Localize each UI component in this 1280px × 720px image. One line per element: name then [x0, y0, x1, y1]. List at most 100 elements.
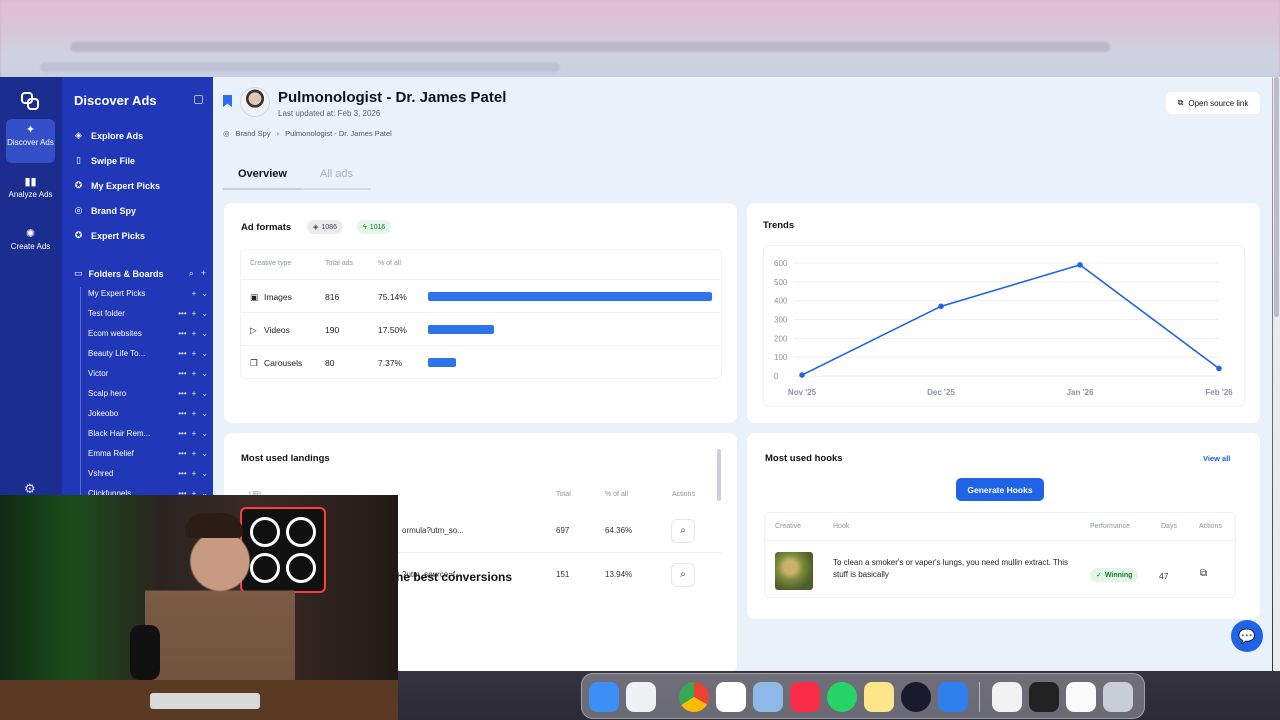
disk-utility-icon[interactable] — [753, 682, 783, 712]
nav-explore-ads[interactable]: ◈ Explore Ads — [74, 130, 143, 141]
plus-icon[interactable]: + — [192, 449, 197, 458]
trend-point — [799, 372, 805, 378]
folder-item[interactable]: Victor ••• + ⌄ — [88, 369, 208, 378]
rail-analyze-ads[interactable]: ▮▮ Analyze Ads — [6, 171, 55, 215]
carousel-icon: ❐ — [250, 358, 258, 368]
more-icon[interactable]: ••• — [178, 349, 186, 358]
document-icon[interactable] — [1066, 682, 1096, 712]
chevron-down-icon[interactable]: ⌄ — [201, 449, 208, 458]
plus-icon[interactable]: + — [192, 369, 197, 378]
quicktime-icon[interactable] — [938, 682, 968, 712]
nav-swipe-file[interactable]: ▯ Swipe File — [74, 155, 135, 166]
scrollbar-thumb[interactable] — [1274, 77, 1279, 317]
more-icon[interactable]: ••• — [178, 449, 186, 458]
chevron-down-icon[interactable]: ⌄ — [201, 309, 208, 318]
slack-icon[interactable] — [716, 682, 746, 712]
more-icon[interactable]: ••• — [178, 369, 186, 378]
chevron-down-icon[interactable]: ⌄ — [201, 409, 208, 418]
open-source-link-button[interactable]: ⧉ Open source link — [1166, 92, 1260, 114]
finder-icon[interactable] — [589, 682, 619, 712]
plus-icon[interactable]: + — [192, 329, 197, 338]
chevron-down-icon[interactable]: ⌄ — [201, 289, 208, 298]
folder-item[interactable]: Vshred ••• + ⌄ — [88, 469, 208, 478]
share-bar — [428, 358, 456, 367]
search-icon[interactable]: ⌕ — [671, 519, 695, 543]
landing-url[interactable]: ormula?utm_so... — [402, 526, 464, 535]
nav-my-expert-picks[interactable]: ✪ My Expert Picks — [74, 180, 160, 191]
chrome-icon[interactable] — [679, 682, 709, 712]
app-logo-icon[interactable] — [20, 91, 40, 111]
chevron-down-icon[interactable]: ⌄ — [201, 389, 208, 398]
more-icon[interactable]: ••• — [178, 309, 186, 318]
chevron-down-icon[interactable]: ⌄ — [201, 349, 208, 358]
music-icon[interactable] — [790, 682, 820, 712]
folder-item[interactable]: Scalp hero ••• + ⌄ — [88, 389, 208, 398]
generate-hooks-button[interactable]: Generate Hooks — [956, 478, 1044, 501]
search-icon[interactable]: ⌕ — [189, 268, 194, 279]
folder-item[interactable]: My Expert Picks + ⌄ — [88, 289, 208, 298]
tab-overview[interactable]: Overview — [238, 168, 287, 180]
plus-icon[interactable]: + — [192, 409, 197, 418]
folder-item[interactable]: Jokeobo ••• + ⌄ — [88, 409, 208, 418]
y-tick-label: 100 — [774, 353, 788, 362]
more-icon[interactable]: ••• — [178, 409, 186, 418]
folder-item[interactable]: Emma Relief ••• + ⌄ — [88, 449, 208, 458]
plus-icon[interactable]: + — [192, 349, 197, 358]
plus-icon[interactable]: + — [192, 309, 197, 318]
total-ads-chip: ◈ 1086 — [307, 220, 343, 234]
more-icon[interactable]: ••• — [178, 329, 186, 338]
chevron-down-icon[interactable]: ⌄ — [201, 329, 208, 338]
y-tick-label: 400 — [774, 297, 788, 306]
folder-item[interactable]: Ecom websites ••• + ⌄ — [88, 329, 208, 338]
last-updated: Last updated at: Feb 3, 2026 — [278, 109, 381, 118]
recent-window-icon[interactable] — [992, 682, 1022, 712]
obs-icon[interactable] — [901, 682, 931, 712]
chat-icon[interactable]: 💬 — [1231, 620, 1263, 652]
breadcrumb-current: Pulmonologist - Dr. James Patel — [285, 129, 392, 138]
copy-icon[interactable]: ⧉ — [1200, 568, 1207, 579]
y-tick-label: 300 — [774, 316, 788, 325]
nav-brand-spy[interactable]: ◎ Brand Spy — [74, 205, 136, 216]
landings-scrollbar[interactable] — [717, 449, 721, 501]
whatsapp-icon[interactable] — [827, 682, 857, 712]
rail-create-ads[interactable]: ✺ Create Ads — [6, 223, 55, 267]
plus-icon[interactable]: + — [192, 289, 197, 298]
y-tick-label: 500 — [774, 278, 788, 287]
nav-expert-picks[interactable]: ✪ Expert Picks — [74, 230, 145, 241]
chevron-down-icon[interactable]: ⌄ — [201, 429, 208, 438]
breadcrumb: ◎ Brand Spy › Pulmonologist - Dr. James … — [223, 129, 392, 138]
tab-all-ads[interactable]: All ads — [320, 168, 353, 180]
hooks-table: Creative Hook Performance Days Actions T… — [764, 512, 1236, 598]
plus-icon[interactable]: + — [201, 268, 206, 279]
rail-discover-ads[interactable]: ✦ Discover Ads — [6, 119, 55, 163]
bookmark-icon[interactable] — [223, 95, 232, 107]
folder-item[interactable]: Test folder ••• + ⌄ — [88, 309, 208, 318]
diamond-icon: ◈ — [313, 224, 319, 231]
collapse-sidebar-icon[interactable] — [194, 95, 203, 104]
more-icon[interactable]: ••• — [178, 469, 186, 478]
notes-icon[interactable] — [864, 682, 894, 712]
launchpad-icon[interactable] — [626, 682, 656, 712]
folder-item[interactable]: Beauty Life To... ••• + ⌄ — [88, 349, 208, 358]
ad-formats-table: Creative type Total ads % of all ▣ Image… — [240, 249, 722, 379]
folder-item[interactable]: Black Hair Rem... ••• + ⌄ — [88, 429, 208, 438]
recent-window-icon[interactable] — [1029, 682, 1059, 712]
more-icon[interactable]: ••• — [178, 389, 186, 398]
page-title: Pulmonologist - Dr. James Patel — [278, 89, 507, 106]
plus-icon[interactable]: + — [192, 389, 197, 398]
search-icon[interactable]: ⌕ — [671, 563, 695, 587]
breadcrumb-brand-spy[interactable]: Brand Spy — [236, 129, 271, 138]
trends-chart: 0 100 200 300 400 500 600 Nov '25 Dec '25 Jan '26… — [774, 259, 1233, 397]
trends-card: Trends 0 100 200 300 400 500 600 Nov '25 Dec '25… — [747, 203, 1260, 423]
x-tick-label: Feb '26 — [1205, 388, 1233, 397]
chevron-down-icon[interactable]: ⌄ — [201, 369, 208, 378]
view-all-link[interactable]: View all — [1203, 454, 1230, 463]
creative-thumbnail[interactable] — [775, 552, 813, 590]
x-tick-label: Dec '25 — [927, 388, 955, 397]
plus-icon[interactable]: + — [192, 429, 197, 438]
page-scrollbar[interactable] — [1273, 77, 1280, 671]
chevron-down-icon[interactable]: ⌄ — [201, 469, 208, 478]
plus-icon[interactable]: + — [192, 469, 197, 478]
trash-icon[interactable] — [1103, 682, 1133, 712]
more-icon[interactable]: ••• — [178, 429, 186, 438]
